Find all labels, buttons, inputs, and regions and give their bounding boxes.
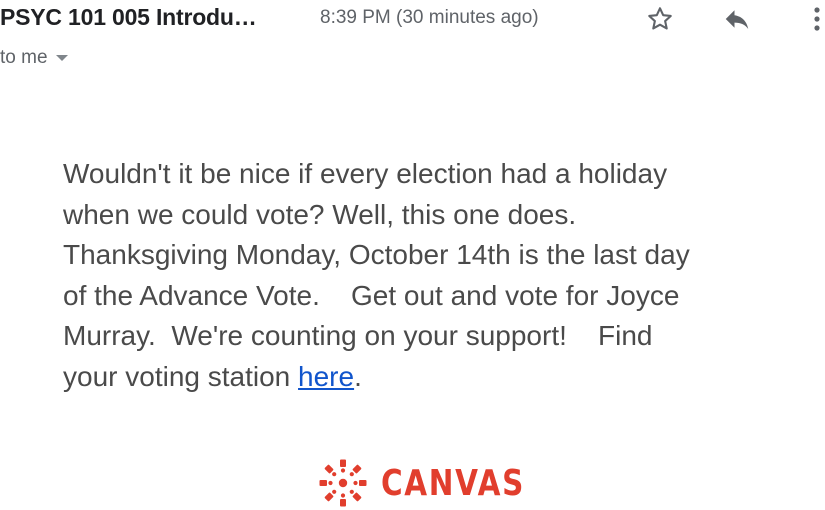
email-header: PSYC 101 005 Introdu… 8:39 PM (30 minute…: [0, 0, 825, 40]
canvas-logo-text: CANVAS: [381, 462, 526, 504]
body-line: when we could vote? Well, this one does.: [63, 198, 577, 230]
email-view: PSYC 101 005 Introdu… 8:39 PM (30 minute…: [0, 0, 825, 510]
email-body: Wouldn't it be nice if every election ha…: [63, 154, 783, 397]
sender-name[interactable]: PSYC 101 005 Introdu…: [0, 4, 257, 31]
email-timestamp: 8:39 PM (30 minutes ago): [320, 7, 539, 28]
recipient-label: to me: [0, 47, 48, 68]
chevron-down-icon: [55, 55, 68, 61]
body-line: of the Advance Vote. Get out and vote fo…: [63, 279, 680, 311]
reply-icon[interactable]: [720, 2, 754, 36]
body-text-prefix: your voting station: [63, 360, 299, 392]
canvas-logo-icon: [319, 459, 367, 507]
voting-station-link[interactable]: here: [298, 361, 354, 392]
canvas-logo[interactable]: CANVAS: [318, 458, 557, 508]
recipient-details-toggle[interactable]: to me: [0, 46, 68, 70]
more-vertical-icon[interactable]: [800, 2, 825, 36]
star-icon[interactable]: [643, 2, 677, 36]
body-text-suffix: .: [354, 360, 362, 392]
body-line: Wouldn't it be nice if every election ha…: [63, 158, 668, 189]
body-line: Thanksgiving Monday, October 14th is the…: [63, 239, 690, 270]
body-line-last: your voting station here.: [63, 357, 783, 398]
body-line: Murray. We're counting on your support! …: [63, 320, 653, 351]
